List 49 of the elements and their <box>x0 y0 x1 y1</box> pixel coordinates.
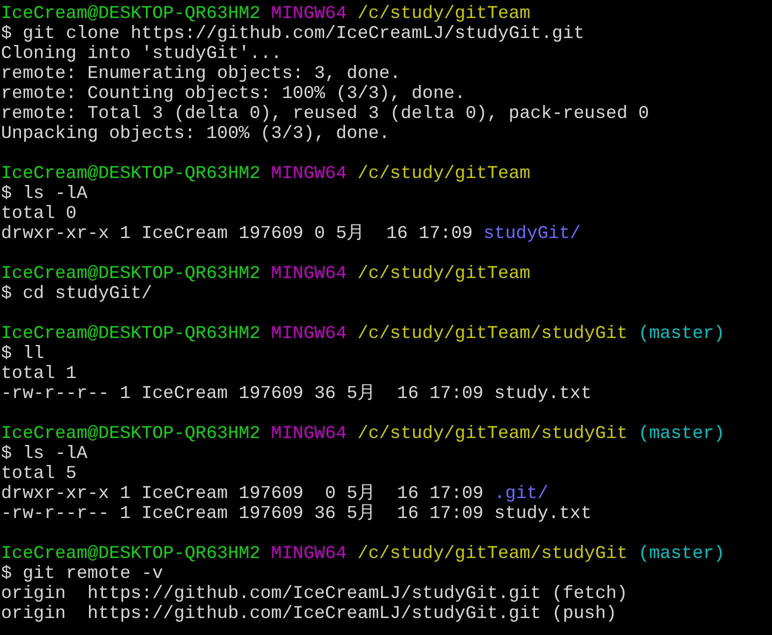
output-text: Cloning into 'studyGit'... <box>1 44 282 64</box>
command-text: git remote -v <box>22 564 164 584</box>
output-text: drwxr-xr-x 1 IceCream 197609 0 5月 16 17:09 <box>1 224 473 244</box>
command-text: ls -lA <box>22 444 88 464</box>
prompt-path: /c/study/gitTeam <box>357 4 530 24</box>
prompt-user-host: IceCream@DESKTOP-QR63HM2 <box>1 164 260 184</box>
prompt-user-host: IceCream@DESKTOP-QR63HM2 <box>1 324 260 344</box>
output-text: -rw-r--r-- 1 IceCream 197609 36 5月 16 17:09 study.txt <box>1 504 592 524</box>
prompt-branch: (master) <box>638 324 725 344</box>
prompt-sign: $ <box>1 564 12 584</box>
prompt-branch: (master) <box>638 424 725 444</box>
prompt-path: /c/study/gitTeam/studyGit <box>357 324 628 344</box>
prompt-system: MINGW64 <box>271 544 347 564</box>
prompt-system: MINGW64 <box>271 424 347 444</box>
output-text: total 5 <box>1 464 77 484</box>
prompt-branch: (master) <box>638 544 725 564</box>
prompt-system: MINGW64 <box>271 4 347 24</box>
output-text: total 1 <box>1 364 77 384</box>
prompt-path: /c/study/gitTeam <box>357 164 530 184</box>
command-text: ll <box>22 344 44 364</box>
prompt-path: /c/study/gitTeam/studyGit <box>357 544 628 564</box>
prompt-system: MINGW64 <box>271 164 347 184</box>
prompt-user-host: IceCream@DESKTOP-QR63HM2 <box>1 544 260 564</box>
output-text: origin https://github.com/IceCreamLJ/studyGit.git (fetch) <box>1 584 628 604</box>
output-text: origin https://github.com/IceCreamLJ/studyGit.git (push) <box>1 604 617 624</box>
prompt-user-host: IceCream@DESKTOP-QR63HM2 <box>1 424 260 444</box>
prompt-path: /c/study/gitTeam/studyGit <box>357 424 628 444</box>
command-text: git clone https://github.com/IceCreamLJ/studyGit.git <box>22 24 584 44</box>
output-text: remote: Counting objects: 100% (3/3), done. <box>1 84 466 104</box>
directory-name: studyGit/ <box>483 224 581 244</box>
output-text: Unpacking objects: 100% (3/3), done. <box>1 124 390 144</box>
output-text: remote: Enumerating objects: 3, done. <box>1 64 401 84</box>
prompt-user-host: IceCream@DESKTOP-QR63HM2 <box>1 4 260 24</box>
prompt-sign: $ <box>1 184 12 204</box>
output-text: -rw-r--r-- 1 IceCream 197609 36 5月 16 17:09 study.txt <box>1 384 592 404</box>
prompt-sign: $ <box>1 284 12 304</box>
command-text: cd studyGit/ <box>22 284 152 304</box>
prompt-sign: $ <box>1 24 12 44</box>
output-text: remote: Total 3 (delta 0), reused 3 (delta 0), pack-reused 0 <box>1 104 650 124</box>
output-text: total 0 <box>1 204 77 224</box>
prompt-user-host: IceCream@DESKTOP-QR63HM2 <box>1 264 260 284</box>
prompt-system: MINGW64 <box>271 324 347 344</box>
prompt-system: MINGW64 <box>271 264 347 284</box>
command-text: ls -lA <box>22 184 88 204</box>
prompt-sign: $ <box>1 344 12 364</box>
prompt-sign: $ <box>1 444 12 464</box>
output-text: drwxr-xr-x 1 IceCream 197609 0 5月 16 17:09 <box>1 484 484 504</box>
prompt-path: /c/study/gitTeam <box>357 264 530 284</box>
directory-name: .git/ <box>494 484 548 504</box>
